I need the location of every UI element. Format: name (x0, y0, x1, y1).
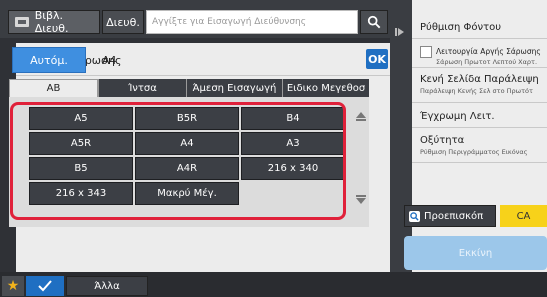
preview-button[interactable]: Προεπισκόπ (404, 205, 496, 227)
address-input[interactable]: Αγγίξτε για Εισαγωγή Διεύθυνσης (146, 10, 358, 34)
colour-mode-setting[interactable]: Έγχρωμη Λειτ. (420, 111, 495, 122)
clear-all-button[interactable]: CA (500, 205, 547, 227)
ok-button[interactable]: OK (366, 49, 388, 69)
background-setting[interactable]: Ρύθμιση Φόντου (420, 22, 501, 33)
slow-scan-checkbox[interactable] (420, 46, 432, 58)
slow-scan-sub: Σάρωση Πρωτοτ Λεπτού Χαρτ. (436, 58, 538, 66)
size-tabs: AB Ίντσα Άμεση Εισαγωγή Ειδικο Μεγεθοσ (9, 79, 369, 97)
highlight-frame (10, 102, 346, 220)
star-icon: ★ (6, 278, 20, 294)
sharpness-setting[interactable]: Οξύτητα Ρύθμιση Περιγράμματος Εικόνας (420, 135, 527, 156)
colour-mode-label: Έγχρωμη Λειτ. (420, 111, 495, 122)
tab-ab[interactable]: AB (9, 79, 98, 97)
divider (412, 127, 547, 128)
divider (412, 162, 547, 163)
address-button[interactable]: Διευθ. (102, 10, 144, 34)
divider (412, 102, 547, 103)
slow-scan-setting[interactable]: Λειτουργία Αργής Σάρωσης Σάρωση Πρωτοτ Λ… (436, 45, 541, 66)
right-panel-toggle-column (390, 0, 412, 272)
address-book-button[interactable]: Βιβλ. Διευθ. (8, 9, 100, 35)
divider (16, 75, 390, 76)
divider (412, 38, 547, 39)
start-button[interactable]: Εκκίνη (404, 236, 547, 270)
check-icon (38, 280, 52, 292)
preview-icon (409, 210, 420, 222)
search-icon (367, 15, 381, 29)
background-setting-label: Ρύθμιση Φόντου (420, 22, 502, 33)
address-book-label: Βιβλ. Διευθ. (34, 9, 69, 35)
tab-special-size[interactable]: Ειδικο Μεγεθοσ (282, 79, 369, 97)
blank-page-skip-setting[interactable]: Κενή Σελίδα Παράλειψη Παράλειψη Κενής Σε… (420, 74, 539, 95)
sharpness-label: Οξύτητα (420, 135, 465, 146)
settings-panel: Ρύθμιση Φόντου Λειτουργία Αργής Σάρωσης … (412, 0, 547, 272)
scroll-up-icon[interactable] (355, 111, 367, 123)
sharpness-sub: Ρύθμιση Περιγράμματος Εικόνας (420, 148, 528, 156)
blank-page-skip-label: Κενή Σελίδα Παράλειψη (420, 74, 539, 85)
blank-page-skip-sub: Παράλειψη Κενής Σελ στο Πρωτότ (420, 87, 533, 95)
search-button[interactable] (360, 10, 388, 34)
address-book-icon (15, 17, 29, 27)
auto-size-button[interactable]: Αυτόμ. (12, 47, 86, 73)
check-button[interactable] (26, 276, 64, 296)
tab-inch[interactable]: Ίντσα (98, 79, 186, 97)
scroll-down-icon[interactable] (355, 193, 367, 205)
panel-toggle-icon[interactable] (395, 27, 405, 37)
favorite-button[interactable]: ★ (2, 276, 24, 296)
preview-label: Προεπισκόπ (424, 210, 484, 222)
auto-size-value: A4 (102, 54, 117, 67)
size-scrollbar[interactable] (352, 105, 370, 217)
slow-scan-label: Λειτουργία Αργής Σάρωσης (436, 47, 541, 56)
tab-direct-entry[interactable]: Άμεση Εισαγωγή (186, 79, 282, 97)
divider (412, 67, 547, 68)
other-button[interactable]: Άλλα (66, 276, 148, 296)
